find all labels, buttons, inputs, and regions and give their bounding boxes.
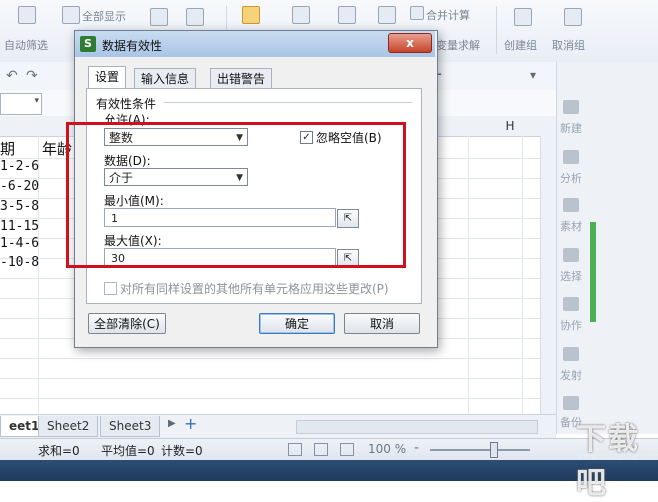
sheet-tab-sheet3[interactable]: Sheet3 [100,416,161,437]
material-icon [563,198,579,212]
show-all-button[interactable]: 全部显示 [82,8,126,24]
status-sum: 求和=0 [38,444,80,458]
add-sheet-button[interactable]: + [184,414,197,433]
wps-logo-icon: S [80,36,96,52]
side-panel-send[interactable]: 发射 [556,367,586,383]
highlight-duplicates-icon[interactable] [242,6,260,24]
table-cell[interactable]: 11-15 [0,219,39,234]
menu-dropdown-icon[interactable]: ▾ [530,68,536,82]
section-divider [164,102,412,103]
panel-resize-handle[interactable] [590,222,596,322]
cell-header-date[interactable]: 期 [0,138,15,159]
grid-line [0,378,556,379]
analysis-icon [563,150,579,164]
data-columns-icon[interactable] [338,6,356,24]
chevron-down-icon[interactable]: ▾ [34,96,39,106]
group-icon [514,8,532,26]
name-box[interactable]: ▾ [0,93,42,115]
table-cell[interactable]: 1-2-6 [0,159,39,174]
close-button[interactable]: x [388,33,432,53]
grid-line [0,358,556,359]
select-icon [563,248,579,262]
merge-calc-icon [410,6,424,20]
table-cell[interactable]: -6-20 [0,179,39,194]
side-panel-analysis[interactable]: 分析 [556,170,586,186]
table-cell[interactable]: 1-4-6 [0,236,39,251]
data-validation-icon[interactable] [292,6,310,24]
ungroup-icon [564,8,582,26]
page-layout-icon[interactable] [314,443,328,456]
create-group-button[interactable]: 创建组 [504,37,537,53]
auto-filter-button[interactable]: 自动筛选 [4,37,48,53]
table-cell[interactable]: 3-5-8 [0,199,39,214]
horizontal-scrollbar[interactable] [296,420,538,434]
side-panel-new[interactable]: 新建 [556,120,586,136]
zoom-level: 100 % [368,442,407,456]
send-icon [563,347,579,361]
zoom-out-button[interactable]: - [414,440,419,456]
page-break-icon[interactable] [340,443,354,456]
sheet-tab-sheet2[interactable]: Sheet2 [38,416,99,437]
new-icon [563,100,579,114]
watermark-url: www.xiazaiba.com [576,452,658,462]
dialog-title: 数据有效性 [102,39,163,53]
tab-settings[interactable]: 设置 [88,66,127,90]
site-watermark: 下载吧 www.xiazaiba.com [536,410,658,501]
ok-button[interactable]: 确定 [259,313,335,334]
sort-ascending-icon[interactable] [150,8,168,26]
redo-icon[interactable]: ↷ [26,68,38,84]
zoom-slider-thumb[interactable] [490,442,498,458]
status-count: 计数=0 [161,444,203,458]
apply-all-checkbox[interactable] [104,282,117,295]
backup-icon [563,396,579,410]
column-header-h[interactable]: H [495,116,525,136]
table-cell[interactable]: -10-8 [0,255,39,270]
clear-all-button[interactable]: 全部清除(C) [88,313,166,334]
side-panel-collaborate[interactable]: 协作 [556,317,586,333]
zoom-slider[interactable] [430,449,530,451]
vertical-scrollbar[interactable] [540,136,557,414]
sort-descending-icon[interactable] [186,8,204,26]
grid-line [0,398,556,399]
goal-seek-button[interactable]: 变量求解 [436,37,480,53]
tab-scroll-right-icon[interactable]: ▶ [168,418,176,429]
tab-input-message[interactable]: 输入信息 [134,68,197,89]
status-average: 平均值=0 [101,444,155,458]
filter-icon [18,6,36,24]
show-all-icon [62,6,80,24]
merge-calculate-button[interactable]: 合并计算 [426,7,470,23]
tab-error-alert[interactable]: 出错警告 [210,68,273,89]
collaborate-icon [563,297,579,311]
insert-dropdown-icon[interactable] [378,6,396,24]
apply-all-label: 对所有同样设置的其他所有单元格应用这些更改(P) [120,282,389,296]
ungroup-button[interactable]: 取消组 [552,37,585,53]
ribbon-divider [496,6,497,54]
validation-criteria-heading: 有效性条件 [96,97,157,111]
side-panel-select[interactable]: 选择 [556,268,586,284]
undo-icon[interactable]: ↶ [6,68,18,84]
normal-view-icon[interactable] [288,443,302,456]
side-panel-material[interactable]: 素材 [556,218,586,234]
highlight-box [66,122,406,268]
cancel-button[interactable]: 取消 [344,313,420,334]
